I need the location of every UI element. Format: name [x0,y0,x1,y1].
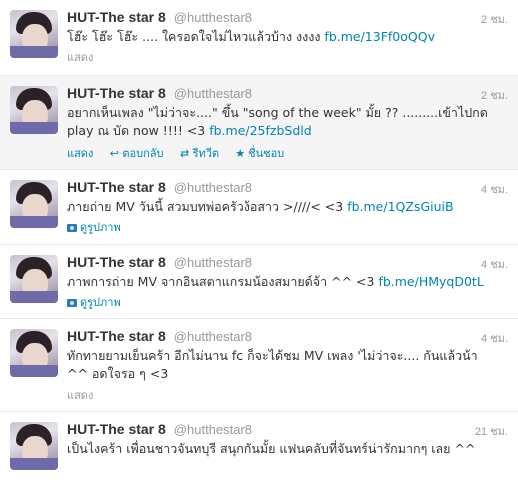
tweet-text: ทักทายยามเย็นคร้า อีกไม่นาน fc ก็จะได้ชม… [67,347,508,383]
tweet-body-line: ^^ อดใจรอ ๆ <3 [67,366,169,381]
tweet-text: เป็นไงคร้า เพื่อนชาวจันทบุรี สนุกกันมั้ย… [67,440,508,458]
tweet-body: โฮ๊ะ โฮ๊ะ โฮ๊ะ .... ใครอดใจไม่ไหวแล้วบ้า… [67,29,325,44]
timestamp[interactable]: 2 ชม. [481,10,508,28]
avatar[interactable] [10,180,58,228]
author-handle[interactable]: @hutthestar8 [174,180,252,195]
reply-button[interactable]: ↩ ตอบกลับ [108,148,164,160]
tweet-body: เป็นไงคร้า เพื่อนชาวจันทบุรี สนุกกันมั้ย… [67,441,476,456]
tweet-actions: ดูรูปภาพ [67,218,133,236]
tweet-item[interactable]: HUT-The star 8 @hutthestar8 4 ชม. ภาพการ… [0,245,518,319]
view-photo-link[interactable]: ดูรูปภาพ [67,222,121,234]
avatar[interactable] [10,422,58,470]
tweet-body: ภายถ่าย MV วันนี้ สวมบทพ่อครัวง้อสาว >//… [67,199,348,214]
author-handle[interactable]: @hutthestar8 [174,86,252,101]
avatar[interactable] [10,10,58,58]
author-name[interactable]: HUT-The star 8 [67,328,166,344]
author-handle[interactable]: @hutthestar8 [174,329,252,344]
tweet-item[interactable]: HUT-The star 8 @hutthestar8 21 ชม. เป็นไ… [0,412,518,482]
tweet-timeline: HUT-The star 8 @hutthestar8 2 ชม. โฮ๊ะ โ… [0,0,518,482]
tweet-link[interactable]: fb.me/25fzbSdld [209,123,311,138]
tweet-header: HUT-The star 8 @hutthestar8 4 ชม. [67,328,508,346]
retweet-icon: ⇄ [179,148,190,160]
author-handle[interactable]: @hutthestar8 [174,422,252,437]
timestamp[interactable]: 21 ชม. [475,422,508,440]
author-name[interactable]: HUT-The star 8 [67,9,166,25]
author-handle[interactable]: @hutthestar8 [174,10,252,25]
expand-link[interactable]: แสดง [67,52,93,64]
tweet-link[interactable]: fb.me/1QZsGiuiB [347,199,453,214]
avatar[interactable] [10,329,58,377]
author-name[interactable]: HUT-The star 8 [67,85,166,101]
expand-link[interactable]: แสดง [67,390,93,402]
tweet-item[interactable]: HUT-The star 8 @hutthestar8 2 ชม. อยากเห… [0,76,518,170]
timestamp[interactable]: 2 ชม. [481,86,508,104]
timestamp[interactable]: 4 ชม. [481,255,508,273]
view-photo-link[interactable]: ดูรูปภาพ [67,297,121,309]
tweet-item[interactable]: HUT-The star 8 @hutthestar8 4 ชม. ทักทาย… [0,319,518,412]
tweet-header: HUT-The star 8 @hutthestar8 21 ชม. [67,421,508,439]
tweet-item[interactable]: HUT-The star 8 @hutthestar8 2 ชม. โฮ๊ะ โ… [0,0,518,76]
tweet-header: HUT-The star 8 @hutthestar8 4 ชม. [67,179,508,197]
tweet-link[interactable]: fb.me/HMyqD0tL [378,274,483,289]
expand-link[interactable]: แสดง [67,148,93,160]
avatar[interactable] [10,86,58,134]
author-handle[interactable]: @hutthestar8 [174,255,252,270]
tweet-link[interactable]: fb.me/13Ff0oQQv [324,29,435,44]
photo-icon [67,224,77,232]
tweet-actions: แสดง [67,386,93,404]
tweet-text: อยากเห็นเพลง "ไม่ว่าจะ...." ขึ้น "song o… [67,104,508,140]
tweet-text: ภาพการถ่าย MV จากอินสตาแกรมน้องสมายด์จ้า… [67,273,508,291]
photo-icon [67,299,77,307]
star-icon: ★ [235,148,246,160]
tweet-text: ภายถ่าย MV วันนี้ สวมบทพ่อครัวง้อสาว >//… [67,198,508,216]
tweet-body: ภาพการถ่าย MV จากอินสตาแกรมน้องสมายด์จ้า… [67,274,379,289]
tweet-body-line: ทักทายยามเย็นคร้า อีกไม่นาน fc ก็จะได้ชม… [67,348,478,363]
retweet-button[interactable]: ⇄ รีทวีต [179,148,219,160]
author-name[interactable]: HUT-The star 8 [67,421,166,437]
tweet-header: HUT-The star 8 @hutthestar8 4 ชม. [67,254,508,272]
tweet-body-line: play ณ บัด now !!!! <3 [67,123,210,138]
author-name[interactable]: HUT-The star 8 [67,254,166,270]
author-name[interactable]: HUT-The star 8 [67,179,166,195]
tweet-header: HUT-The star 8 @hutthestar8 2 ชม. [67,9,508,27]
tweet-header: HUT-The star 8 @hutthestar8 2 ชม. [67,85,508,103]
avatar[interactable] [10,255,58,303]
favorite-button[interactable]: ★ ชื่นชอบ [234,148,284,160]
tweet-body-line: อยากเห็นเพลง "ไม่ว่าจะ...." ขึ้น "song o… [67,105,488,120]
tweet-actions: แสดง ↩ ตอบกลับ ⇄ รีทวีต ★ ชื่นชอบ [67,144,296,162]
tweet-actions: ดูรูปภาพ [67,293,133,311]
reply-icon: ↩ [109,148,119,160]
timestamp[interactable]: 4 ชม. [481,329,508,347]
timestamp[interactable]: 4 ชม. [481,180,508,198]
tweet-actions: แสดง [67,48,93,66]
tweet-text: โฮ๊ะ โฮ๊ะ โฮ๊ะ .... ใครอดใจไม่ไหวแล้วบ้า… [67,28,508,46]
tweet-item[interactable]: HUT-The star 8 @hutthestar8 4 ชม. ภายถ่า… [0,170,518,245]
